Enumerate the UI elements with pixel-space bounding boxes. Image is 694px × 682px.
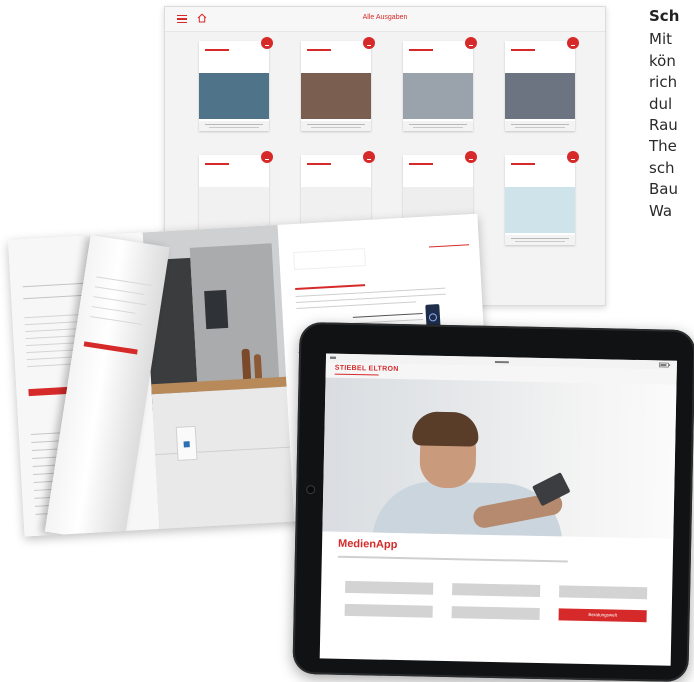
article-line: dul — [649, 94, 673, 113]
menu-button-4[interactable] — [344, 603, 433, 618]
article-line: Bau — [649, 180, 678, 199]
download-icon[interactable] — [363, 151, 375, 163]
cover-photo — [505, 187, 575, 233]
hero-image — [322, 377, 677, 539]
download-icon[interactable] — [363, 37, 375, 49]
menu-button-3[interactable] — [559, 585, 648, 600]
cover-photo — [403, 73, 473, 119]
menu-button-1[interactable] — [345, 580, 434, 595]
battery-icon — [658, 362, 671, 368]
download-icon[interactable] — [567, 37, 579, 49]
cover-brand-bar — [307, 163, 331, 165]
article-line: sch — [649, 158, 675, 177]
download-icon[interactable] — [465, 151, 477, 163]
cover-photo — [301, 73, 371, 119]
archive-header: Alle Ausgaben — [165, 7, 605, 32]
cover-brand-bar — [511, 49, 535, 51]
issue-cover[interactable] — [505, 37, 579, 131]
issue-cover[interactable] — [505, 151, 579, 245]
download-icon[interactable] — [567, 151, 579, 163]
menu-button-5[interactable] — [451, 606, 540, 620]
archive-title: Alle Ausgaben — [362, 14, 408, 21]
cover-caption — [505, 235, 575, 245]
cover-grid — [199, 37, 579, 245]
app-title: MedienApp — [337, 537, 398, 551]
article-line: Rau — [649, 116, 678, 135]
article-line: rich — [649, 73, 678, 92]
water-heater-graphic — [175, 425, 198, 461]
menu-button-2[interactable] — [452, 583, 541, 597]
article-line: Wa — [649, 201, 673, 220]
cover-caption — [301, 121, 371, 131]
download-icon[interactable] — [465, 37, 477, 49]
cover-caption — [505, 121, 575, 131]
cover-photo — [199, 73, 269, 119]
cover-brand-bar — [409, 163, 433, 165]
camera-icon — [306, 485, 316, 495]
article-line: The — [649, 137, 677, 156]
cover-brand-bar — [205, 163, 229, 165]
cover-brand-bar — [511, 163, 535, 165]
download-icon[interactable] — [261, 151, 273, 163]
cover-brand-bar — [205, 49, 229, 51]
issue-cover[interactable] — [199, 37, 273, 131]
article-text-column: Sch Mit kön rich dul Rau The sch Bau Wa — [649, 6, 694, 222]
brand-logo[interactable]: STIEBEL ELTRON — [335, 365, 399, 373]
magazine-ghost-title — [293, 248, 367, 271]
ipad-screen: STIEBEL ELTRON MedienApp Beratungswelt — [319, 353, 677, 666]
cover-photo — [505, 73, 575, 119]
beratungswelt-button[interactable]: Beratungswelt — [558, 608, 647, 623]
download-icon[interactable] — [261, 37, 273, 49]
pepper-mill-graphic — [241, 348, 252, 380]
issue-cover[interactable] — [403, 37, 477, 131]
cover-brand-bar — [409, 49, 433, 51]
cover-brand-bar — [307, 49, 331, 51]
cover-caption — [199, 121, 269, 131]
article-heading: Sch — [649, 7, 680, 25]
article-line: Mit — [649, 30, 672, 49]
app-subtitle — [337, 553, 568, 563]
issue-cover[interactable] — [301, 37, 375, 131]
cover-caption — [403, 121, 473, 131]
ipad-device: STIEBEL ELTRON MedienApp Beratungswelt — [292, 321, 694, 682]
article-line: kön — [649, 51, 676, 70]
curl-red-bar — [83, 341, 138, 355]
section-red-line — [295, 284, 366, 291]
